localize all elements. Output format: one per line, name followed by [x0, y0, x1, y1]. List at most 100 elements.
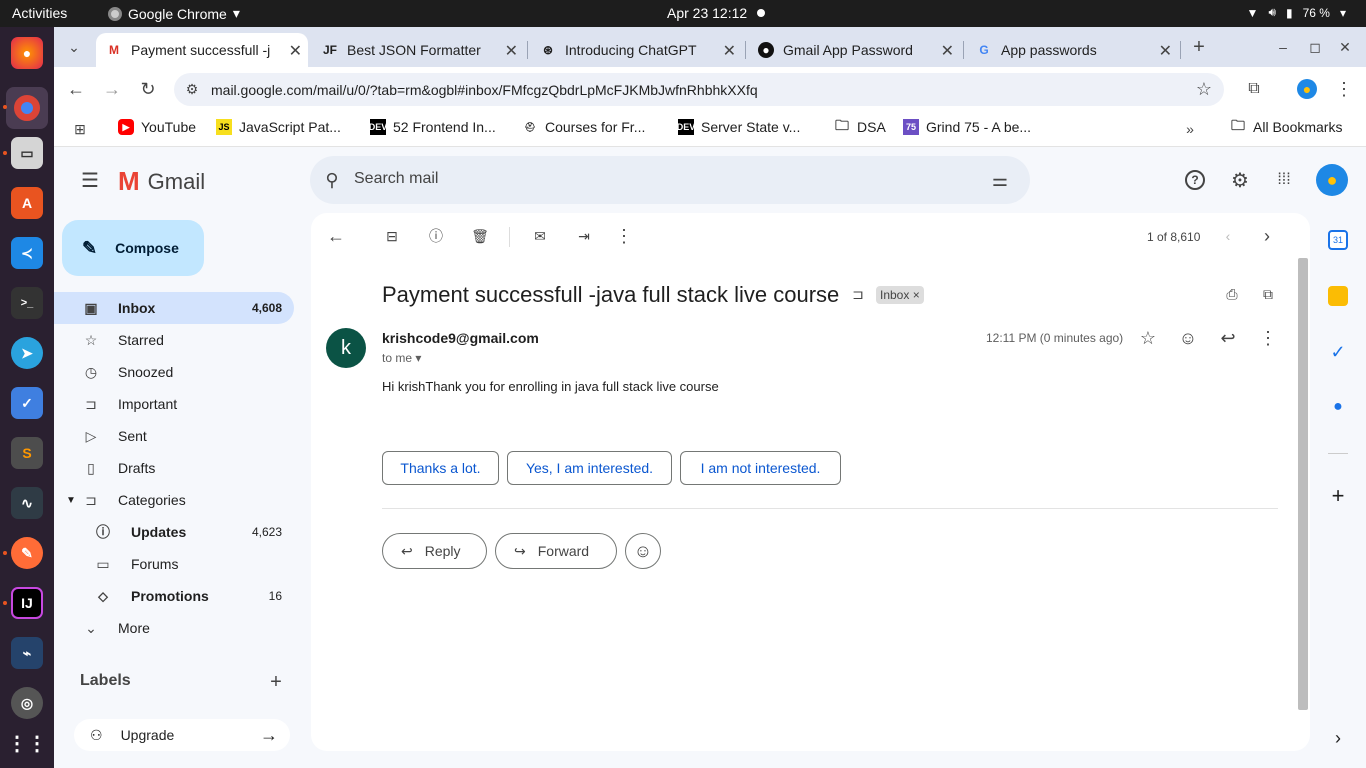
account-avatar[interactable]: ●: [1316, 164, 1348, 196]
smart-reply-not-interested[interactable]: I am not interested.: [680, 451, 841, 485]
upgrade-button[interactable]: ⚇ Upgrade →: [74, 719, 290, 751]
profile-avatar[interactable]: ●: [1297, 79, 1317, 99]
files-icon[interactable]: ▭: [11, 137, 43, 169]
contacts-icon[interactable]: ●: [1328, 398, 1348, 418]
emoji-react-icon[interactable]: ☺: [1178, 328, 1198, 348]
newer-icon[interactable]: ‹: [1218, 226, 1238, 246]
remove-label-icon[interactable]: ×: [913, 288, 920, 302]
message-more-icon[interactable]: ⋮: [1258, 328, 1278, 348]
firefox-icon[interactable]: ●: [11, 37, 43, 69]
tab-search-icon[interactable]: ⌄: [64, 37, 84, 57]
nav-promotions[interactable]: ⬦ Promotions 16: [54, 580, 294, 612]
smart-reply-interested[interactable]: Yes, I am interested.: [507, 451, 672, 485]
add-label-icon[interactable]: +: [266, 671, 286, 693]
search-bar[interactable]: ⚲ Search mail ⚌: [310, 156, 1030, 204]
nav-forums[interactable]: ▭ Forums: [54, 548, 294, 580]
more-options-icon[interactable]: ⋮: [614, 226, 634, 246]
bookmark-courses[interactable]: ⛑ Courses for Fr...: [522, 119, 645, 135]
nav-snoozed[interactable]: ◷ Snoozed: [54, 356, 294, 388]
calendar-icon[interactable]: 31: [1328, 230, 1348, 250]
activities-button[interactable]: Activities: [12, 5, 67, 21]
importance-marker-icon[interactable]: ⊐: [848, 284, 868, 304]
forward-button[interactable]: ↪ Forward: [495, 533, 617, 569]
mark-unread-icon[interactable]: ✉: [530, 226, 550, 246]
reload-icon[interactable]: ↻: [138, 79, 158, 99]
search-options-icon[interactable]: ⚌: [990, 170, 1010, 190]
help-icon[interactable]: ?: [1185, 170, 1205, 190]
recipient-details[interactable]: to me ▾: [382, 351, 421, 365]
bookmark-javascript-patterns[interactable]: JS JavaScript Pat...: [216, 119, 341, 135]
bookmark-star-icon[interactable]: ☆: [1194, 79, 1214, 99]
bookmark-dsa-folder[interactable]: 🗀︎ DSA: [834, 117, 886, 135]
close-tab-icon[interactable]: ✕: [941, 41, 954, 61]
compose-button[interactable]: ✎ Compose: [62, 220, 204, 276]
get-addons-icon[interactable]: +: [1328, 485, 1348, 507]
archive-icon[interactable]: ⊟: [382, 226, 402, 246]
sender-email[interactable]: krishcode9@gmail.com: [382, 330, 539, 346]
inbox-label-chip[interactable]: Inbox ×: [876, 286, 924, 304]
sender-avatar[interactable]: k: [326, 328, 366, 368]
sublime-icon[interactable]: S: [11, 437, 43, 469]
emoji-reaction-button[interactable]: ☺: [625, 533, 661, 569]
nav-more[interactable]: ⌄ More: [54, 612, 294, 644]
nav-drafts[interactable]: ▯ Drafts: [54, 452, 294, 484]
tab-chatgpt[interactable]: ⊛ Introducing ChatGPT ✕: [530, 33, 742, 67]
all-bookmarks[interactable]: 🗀︎ All Bookmarks: [1230, 117, 1342, 135]
tasks-icon[interactable]: ✓: [1328, 342, 1348, 362]
more-bookmarks-icon[interactable]: »: [1180, 119, 1200, 139]
back-to-inbox-icon[interactable]: ←: [326, 226, 346, 246]
nav-starred[interactable]: ☆ Starred: [54, 324, 294, 356]
nav-important[interactable]: ⊐ Important: [54, 388, 294, 420]
report-spam-icon[interactable]: ⓘ: [426, 226, 446, 246]
nav-updates[interactable]: ⓘ Updates 4,623: [54, 516, 294, 548]
scrollbar[interactable]: [1298, 258, 1308, 710]
app-menu[interactable]: Google Chrome ▾: [108, 5, 240, 22]
nav-categories[interactable]: ▼ ⊐ Categories: [54, 484, 294, 516]
chrome-menu-icon[interactable]: ⋮: [1334, 79, 1354, 99]
delete-icon[interactable]: 🗑︎: [470, 226, 490, 246]
search-input[interactable]: Search mail: [354, 170, 438, 188]
open-new-window-icon[interactable]: ⧉: [1258, 284, 1278, 304]
search-icon[interactable]: ⚲: [322, 170, 342, 190]
omnibox[interactable]: ⚙ mail.google.com/mail/u/0/?tab=rm&ogbl#…: [174, 73, 1224, 106]
todo-icon[interactable]: ✓: [11, 387, 43, 419]
chrome-icon[interactable]: [6, 87, 48, 129]
bookmark-youtube[interactable]: ▶ YouTube: [118, 119, 196, 135]
move-to-icon[interactable]: ⇥: [574, 226, 594, 246]
gmail-logo[interactable]: M Gmail: [118, 166, 205, 197]
tab-app-passwords[interactable]: G App passwords ✕: [966, 33, 1178, 67]
bookmark-grind75[interactable]: 75 Grind 75 - A be...: [903, 119, 1031, 135]
nav-sent[interactable]: ▷ Sent: [54, 420, 294, 452]
app-grid-icon[interactable]: ⋮⋮: [7, 727, 47, 759]
expand-arrow-icon[interactable]: ▼: [66, 495, 76, 506]
print-icon[interactable]: ⎙: [1222, 284, 1242, 304]
tab-gmail-app-password[interactable]: ● Gmail App Password ✕: [748, 33, 960, 67]
bookmark-frontend-interview[interactable]: DEV 52 Frontend In...: [369, 119, 496, 135]
google-apps-icon[interactable]: ⁞⁞⁞: [1274, 170, 1294, 190]
telegram-icon[interactable]: ➤: [11, 337, 43, 369]
system-monitor-icon[interactable]: ∿: [11, 487, 43, 519]
tab-json-formatter[interactable]: JF Best JSON Formatter ✕: [312, 33, 524, 67]
forward-icon[interactable]: →: [102, 79, 122, 99]
close-tab-icon[interactable]: ✕: [1159, 41, 1172, 61]
postman-icon[interactable]: ✎: [11, 537, 43, 569]
extensions-icon[interactable]: ⧉: [1244, 79, 1264, 99]
back-icon[interactable]: ←: [66, 79, 86, 99]
bookmark-server-state[interactable]: DEV Server State v...: [677, 119, 800, 135]
vscode-icon[interactable]: ≺: [11, 237, 43, 269]
clock[interactable]: Apr 23 12:12: [667, 5, 766, 21]
apps-icon[interactable]: ⊞: [70, 119, 90, 139]
close-tab-icon[interactable]: ✕: [723, 41, 736, 61]
nav-inbox[interactable]: ▣ Inbox 4,608: [54, 292, 294, 324]
settings-icon[interactable]: ⚙: [1230, 170, 1250, 192]
terminal-icon[interactable]: >_: [11, 287, 43, 319]
ubuntu-icon[interactable]: ◎: [11, 687, 43, 719]
reply-button[interactable]: ↩ Reply: [382, 533, 487, 569]
intellij-icon[interactable]: IJ: [11, 587, 43, 619]
minimize-icon[interactable]: –: [1273, 37, 1293, 57]
close-tab-icon[interactable]: ✕: [505, 41, 518, 61]
system-tray[interactable]: ▼ 🔊︎ ▮ 76 % ▾: [1247, 5, 1346, 20]
mysql-workbench-icon[interactable]: ⌁: [11, 637, 43, 669]
close-window-icon[interactable]: ✕: [1335, 37, 1355, 57]
show-side-panel-icon[interactable]: ›: [1328, 728, 1348, 748]
